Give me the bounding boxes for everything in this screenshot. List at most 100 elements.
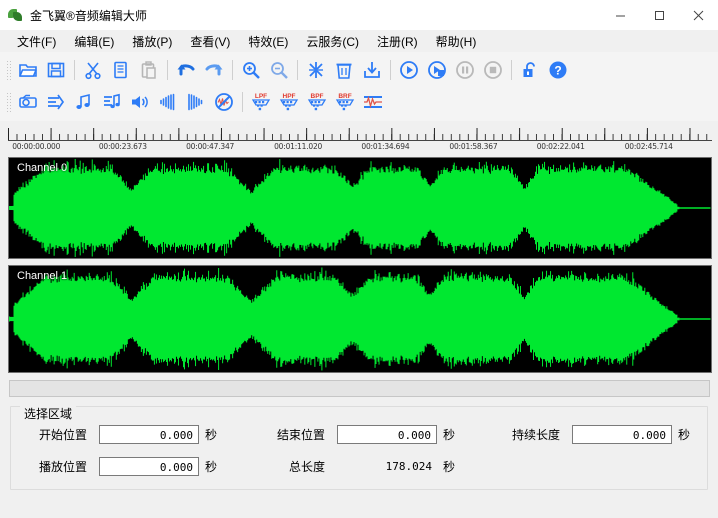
menu-bar: 文件(F) 编辑(E) 播放(P) 查看(V) 特效(E) 云服务(C) 注册(…: [0, 30, 718, 52]
save-icon[interactable]: [42, 56, 70, 84]
waveform-channel-0[interactable]: Channel 0: [8, 157, 712, 259]
export-down-icon[interactable]: [358, 56, 386, 84]
menu-file[interactable]: 文件(F): [8, 31, 65, 52]
ruler-label: 00:01:34.694: [361, 142, 410, 151]
total-length-value: 178.024: [385, 459, 432, 473]
play-selection-icon[interactable]: [423, 56, 451, 84]
cut-scissors-icon[interactable]: [79, 56, 107, 84]
play-icon[interactable]: [395, 56, 423, 84]
duration-length-cell: 持续长度 0.000 秒: [494, 424, 691, 444]
start-position-cell: 开始位置 0.000 秒: [21, 424, 259, 444]
brf-filter-icon[interactable]: BRF: [331, 88, 359, 116]
play-position-cell: 播放位置 0.000 秒: [21, 456, 259, 476]
start-position-input[interactable]: 0.000: [99, 424, 199, 444]
toolbar-separator: [390, 60, 391, 80]
waveform-channel-1[interactable]: Channel 1: [8, 265, 712, 373]
window-controls: [601, 0, 718, 30]
horizontal-scrollbar[interactable]: [9, 380, 710, 397]
svg-text:?: ?: [554, 64, 561, 78]
menu-register[interactable]: 注册(R): [368, 31, 427, 52]
undo-arrow-icon[interactable]: [172, 56, 200, 84]
menu-play[interactable]: 播放(P): [123, 31, 181, 52]
bpf-filter-icon[interactable]: BPF: [303, 88, 331, 116]
stop-icon: [479, 56, 507, 84]
unlock-icon[interactable]: [516, 56, 544, 84]
ruler-label: 00:02:45.714: [624, 142, 673, 151]
app-logo-icon: [8, 7, 24, 23]
fade-out-icon[interactable]: [182, 88, 210, 116]
toolbar-row-1: ?: [0, 54, 718, 86]
zoom-out-icon[interactable]: [265, 56, 293, 84]
ruler-label: 00:01:58.367: [449, 142, 498, 151]
menu-effects[interactable]: 特效(E): [239, 31, 297, 52]
toolbar-separator: [232, 60, 233, 80]
waveform-area: Channel 0 Channel 1: [8, 157, 712, 373]
toolbar-grip[interactable]: [6, 60, 12, 80]
close-button[interactable]: [679, 0, 718, 30]
music-edit-icon[interactable]: [98, 88, 126, 116]
ruler-baseline: [8, 140, 712, 141]
channel-1-waveform[interactable]: [9, 266, 711, 372]
noise-remove-icon[interactable]: [210, 88, 238, 116]
ruler-labels: 00:00:00.000 00:00:23.673 00:00:47.347 0…: [8, 142, 712, 154]
ruler-label: 00:00:47.347: [186, 142, 235, 151]
toolbar-separator: [167, 60, 168, 80]
menu-cloud[interactable]: 云服务(C): [297, 31, 368, 52]
zoom-in-icon[interactable]: [237, 56, 265, 84]
toolbar-separator: [297, 60, 298, 80]
pause-icon: [451, 56, 479, 84]
record-icon[interactable]: [14, 88, 42, 116]
toolbar-grip-2[interactable]: [6, 92, 12, 112]
svg-text:BRF: BRF: [338, 93, 351, 100]
duration-length-label: 持续长度: [511, 427, 560, 442]
selection-region-group: 选择区域 开始位置 0.000 秒 结束位置 0.000 秒 持续长度 0.00…: [10, 405, 708, 490]
ruler-label: 00:00:00.000: [12, 142, 61, 151]
title-bar: 金飞翼®音频编辑大师: [0, 0, 718, 30]
redo-arrow-icon[interactable]: [200, 56, 228, 84]
total-length-label: 总长度: [288, 459, 325, 474]
play-position-input[interactable]: 0.000: [99, 456, 199, 476]
start-position-unit: 秒: [205, 427, 218, 442]
start-position-label: 开始位置: [38, 427, 87, 442]
volume-icon[interactable]: [126, 88, 154, 116]
selection-group-title: 选择区域: [20, 405, 77, 422]
total-length-cell: 总长度 178.024 秒: [259, 457, 494, 476]
ruler-major-ticks: [8, 127, 712, 141]
toolbar-separator: [74, 60, 75, 80]
channel-0-label: Channel 0: [17, 162, 68, 174]
lpf-filter-icon[interactable]: LPF: [247, 88, 275, 116]
normalize-icon[interactable]: [359, 88, 387, 116]
status-bar: [0, 490, 718, 518]
music-note-icon[interactable]: [70, 88, 98, 116]
end-position-cell: 结束位置 0.000 秒: [259, 424, 494, 444]
ruler-label: 00:00:23.673: [98, 142, 147, 151]
trash-delete-icon[interactable]: [330, 56, 358, 84]
maximize-button[interactable]: [640, 0, 679, 30]
open-folder-icon[interactable]: [14, 56, 42, 84]
end-position-input[interactable]: 0.000: [337, 424, 437, 444]
play-position-label: 播放位置: [38, 459, 87, 474]
window-title: 金飞翼®音频编辑大师: [30, 8, 147, 23]
minimize-button[interactable]: [601, 0, 640, 30]
hpf-filter-icon[interactable]: HPF: [275, 88, 303, 116]
merge-icon[interactable]: [302, 56, 330, 84]
help-question-icon[interactable]: ?: [544, 56, 572, 84]
svg-text:LPF: LPF: [255, 93, 267, 100]
channel-0-waveform[interactable]: [9, 158, 711, 258]
menu-view[interactable]: 查看(V): [181, 31, 239, 52]
convert-icon[interactable]: [42, 88, 70, 116]
menu-edit[interactable]: 编辑(E): [65, 31, 123, 52]
duration-length-input[interactable]: 0.000: [572, 424, 672, 444]
paste-icon: [135, 56, 163, 84]
copy-icon[interactable]: [107, 56, 135, 84]
fade-in-icon[interactable]: [154, 88, 182, 116]
selection-row-2: 播放位置 0.000 秒 总长度 178.024 秒: [21, 453, 697, 479]
toolbars: ? LPF HPF BPF BRF: [0, 52, 718, 121]
menu-help[interactable]: 帮助(H): [427, 31, 486, 52]
duration-length-unit: 秒: [678, 427, 691, 442]
toolbar-separator: [242, 92, 243, 112]
end-position-unit: 秒: [443, 427, 456, 442]
toolbar-separator: [511, 60, 512, 80]
timeline-ruler[interactable]: 00:00:00.000 00:00:23.673 00:00:47.347 0…: [8, 123, 712, 157]
play-position-unit: 秒: [205, 459, 218, 474]
